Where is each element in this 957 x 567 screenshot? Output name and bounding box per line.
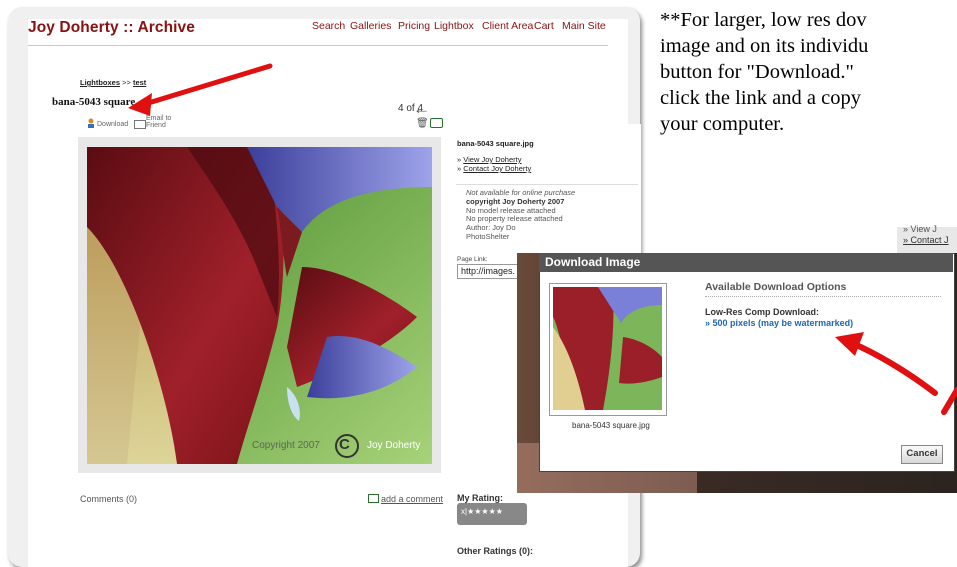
download-500px-link[interactable]: » 500 pixels (may be watermarked) [705, 318, 853, 328]
other-ratings-label: Other Ratings (0): [457, 546, 534, 556]
property-release: No property release attached [466, 214, 563, 223]
strip-view-link[interactable]: » View J [903, 224, 937, 234]
breadcrumb-lightboxes[interactable]: Lightboxes [80, 78, 120, 87]
instruction-line-4: click the link and a copy [660, 87, 861, 109]
copyright-c-icon: C [339, 436, 350, 453]
photoshelter-line: PhotoShelter [466, 232, 510, 241]
author-line: Author: Joy Do [466, 223, 516, 232]
contact-photographer-link[interactable]: » Contact Joy Doherty [457, 164, 531, 173]
image-title: bana-5043 square [52, 96, 136, 108]
email-icon[interactable] [134, 120, 146, 129]
download-options-heading: Available Download Options [705, 281, 847, 293]
download-button[interactable]: Download [97, 121, 128, 128]
add-comment-icon[interactable] [368, 494, 379, 503]
nav-main-site[interactable]: Main Site [562, 20, 606, 32]
nav-cart[interactable]: Cart [534, 20, 554, 32]
comments-count: Comments (0) [80, 494, 138, 504]
site-title[interactable]: Joy Doherty :: Archive [28, 19, 195, 37]
dialog-filename: bana-5043 square.jpg [572, 421, 650, 430]
purchase-status: Not available for online purchase [466, 188, 576, 197]
breadcrumb-current[interactable]: test [133, 78, 146, 87]
my-rating-label: My Rating: [457, 493, 503, 503]
instruction-text: **For larger, low res dov image and on i… [660, 7, 868, 137]
instruction-line-2: image and on its individu [660, 35, 869, 57]
nav-search[interactable]: Search [312, 20, 345, 32]
photo-watermark: Copyright 2007 [252, 440, 320, 451]
copyright-line: copyright Joy Doherty 2007 [466, 197, 565, 206]
cancel-button[interactable]: Cancel [901, 445, 943, 464]
instruction-line-3: button for "Download." [660, 61, 854, 83]
breadcrumb-separator: >> [122, 78, 131, 87]
dialog-thumbnail [553, 287, 662, 410]
sidebar-divider [456, 184, 638, 185]
page-link-label: Page Link: [457, 256, 488, 263]
dialog-title: Download Image [539, 253, 953, 272]
email-label-2: Friend [146, 122, 166, 129]
instruction-line-5: your computer. [660, 113, 785, 135]
comment-icon[interactable] [430, 118, 443, 128]
add-comment-link[interactable]: add a comment [381, 494, 443, 504]
sidebar-filename: bana-5043 square.jpg [457, 139, 534, 148]
trash-icon[interactable]: 🗑 [416, 118, 429, 129]
view-photographer-link[interactable]: » View Joy Doherty [457, 155, 522, 164]
instruction-line-1: **For larger, low res dov [660, 9, 867, 31]
email-label-1: Email to [146, 115, 172, 122]
dialog-divider [705, 296, 941, 297]
nav-client-area[interactable]: Client Area [482, 20, 533, 32]
main-photo[interactable] [87, 147, 432, 464]
rating-stars[interactable]: x|★★★★★ [457, 503, 527, 525]
nav-pricing[interactable]: Pricing [398, 20, 430, 32]
nav-galleries[interactable]: Galleries [350, 20, 391, 32]
nav-lightbox[interactable]: Lightbox [434, 20, 474, 32]
photo-watermark-name: Joy Doherty [367, 440, 421, 451]
breadcrumb: Lightboxes >> test [80, 78, 146, 87]
previous-arrow-icon[interactable]: ← [413, 99, 430, 119]
email-to-friend-button[interactable]: Email to Friend [146, 115, 171, 129]
strip-contact-link[interactable]: » Contact J [903, 235, 949, 245]
nav-divider [28, 45, 608, 46]
download-icon[interactable] [87, 118, 95, 128]
lowres-label: Low-Res Comp Download: [705, 307, 819, 317]
